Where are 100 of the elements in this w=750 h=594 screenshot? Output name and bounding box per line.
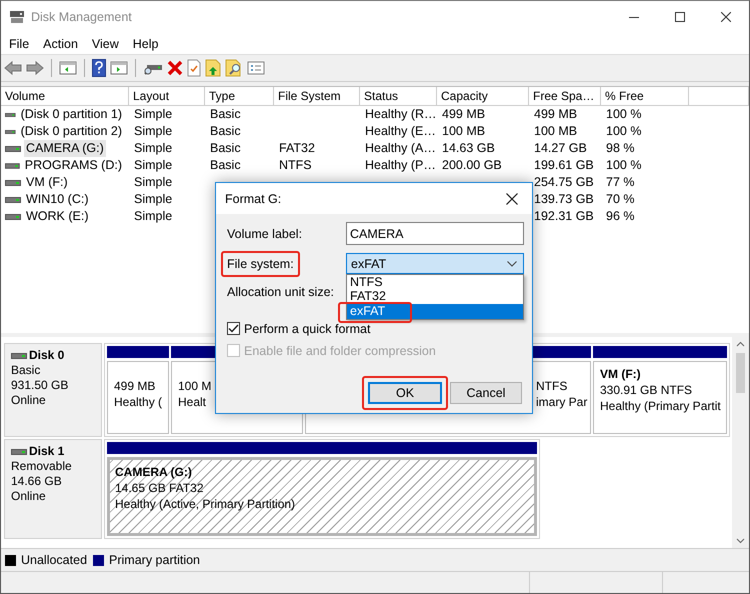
- list-icon[interactable]: [247, 60, 265, 76]
- table-cell-text: 100 %: [605, 157, 642, 174]
- close-icon: [506, 192, 518, 204]
- app-icon: [9, 10, 25, 24]
- help-icon[interactable]: [92, 59, 106, 77]
- partition-name: VM (F:): [600, 366, 641, 382]
- table-cell-text: 77 %: [605, 174, 636, 191]
- table-cell-text: Basic: [209, 106, 242, 123]
- table-cell-text: Basic: [209, 123, 242, 140]
- legend-label: Unallocated: [21, 553, 88, 567]
- volume-name[interactable]: (Disk 0 partition 2): [18, 123, 124, 140]
- folder-up-icon[interactable]: [205, 59, 221, 77]
- volume-name[interactable]: WORK (E:): [24, 208, 90, 225]
- scrollbar[interactable]: [732, 337, 749, 548]
- disk-size: 14.66 GB: [11, 474, 63, 489]
- partition-bar: [107, 346, 169, 358]
- table-cell-text: Simple: [133, 106, 174, 123]
- dialog-button[interactable]: OK: [368, 382, 442, 404]
- table-cell-text: Healthy (A…: [364, 140, 437, 157]
- menu-item[interactable]: Action: [36, 34, 85, 52]
- menu-item[interactable]: File: [2, 34, 36, 52]
- table-cell-text: 100 %: [605, 106, 642, 123]
- table-cell-text: Healthy (E…: [364, 123, 437, 140]
- field-label: Volume label:: [227, 226, 304, 240]
- disk-status: Online: [11, 393, 47, 408]
- partition-size: 14.65 GB FAT32: [115, 480, 204, 496]
- partition-size: 100 M: [178, 378, 212, 394]
- table-cell-text: 200.00 GB: [441, 157, 503, 174]
- volume-name[interactable]: WIN10 (C:): [24, 191, 90, 208]
- table-cell-text: Simple: [133, 174, 174, 191]
- disk-name: Disk 1: [29, 444, 64, 459]
- partition-name: CAMERA (G:): [115, 464, 192, 480]
- dropdown-option[interactable]: FAT32: [350, 289, 386, 303]
- partition-status: Healthy (Primary Partit: [600, 398, 721, 414]
- table-cell-text: 100 MB: [533, 123, 578, 140]
- table-cell-text: 14.27 GB: [533, 140, 588, 157]
- disk-name: Disk 0: [29, 348, 64, 363]
- drive-icon: [5, 178, 21, 186]
- table-cell-text: 139.73 GB: [533, 191, 595, 208]
- file-system-dropdown[interactable]: exFAT: [346, 253, 524, 274]
- table-cell-text: 70 %: [605, 191, 636, 208]
- forward-arrow-icon[interactable]: [26, 60, 44, 76]
- table-cell-text: 499 MB: [441, 106, 486, 123]
- drive-icon: [5, 196, 21, 204]
- table-cell-text: NTFS: [278, 157, 313, 174]
- back-arrow-icon[interactable]: [4, 60, 22, 76]
- field-label: Allocation unit size:: [227, 285, 336, 299]
- volume-name[interactable]: (Disk 0 partition 1): [18, 106, 124, 123]
- table-cell-text: Healthy (P…: [364, 157, 437, 174]
- checklist-icon[interactable]: [187, 59, 201, 77]
- volume-name[interactable]: VM (F:): [24, 174, 70, 191]
- table-cell-text: 98 %: [605, 140, 636, 157]
- disk-type: Basic: [11, 363, 42, 378]
- menu-item[interactable]: View: [84, 34, 126, 52]
- folder-search-icon[interactable]: [225, 59, 243, 77]
- drive-icon: [5, 110, 16, 118]
- partition-status: Healthy (Active, Primary Partition): [115, 496, 296, 512]
- dropdown-option[interactable]: NTFS: [350, 275, 383, 289]
- table-cell-text: 499 MB: [533, 106, 578, 123]
- disk-size: 931.50 GB: [11, 378, 70, 393]
- dialog-button[interactable]: Cancel: [450, 382, 522, 404]
- drive-icon: [5, 144, 21, 152]
- dialog-title: Format G:: [225, 192, 282, 206]
- window-title: Disk Management: [31, 10, 133, 24]
- panel-icon[interactable]: [110, 60, 128, 76]
- volume-name[interactable]: CAMERA (G:): [24, 140, 106, 157]
- table-cell-text: Healthy (R…: [364, 106, 437, 123]
- legend-label: Primary partition: [109, 553, 200, 567]
- scroll-thumb[interactable]: [736, 353, 745, 393]
- partition-status: imary Par: [536, 394, 588, 410]
- table-cell-text: Basic: [209, 157, 242, 174]
- drive-icon: [5, 128, 16, 136]
- delete-icon[interactable]: [167, 60, 183, 76]
- volume-label-field[interactable]: CAMERA: [346, 222, 524, 245]
- dropdown-option[interactable]: exFAT: [350, 304, 386, 318]
- table-cell-text: 192.31 GB: [533, 208, 595, 225]
- partition-size: NTFS: [536, 378, 568, 394]
- drive-icon: [5, 212, 21, 220]
- checkbox[interactable]: Perform a quick format: [227, 320, 524, 337]
- table-cell-text: 199.61 GB: [533, 157, 595, 174]
- panel-icon[interactable]: [59, 60, 77, 76]
- volume-name[interactable]: PROGRAMS (D:): [22, 157, 124, 174]
- maximize-icon: [675, 12, 685, 22]
- partition-size: 330.91 GB NTFS: [600, 382, 692, 398]
- disk-status: Online: [11, 489, 47, 504]
- table-cell-text: 254.75 GB: [533, 174, 595, 191]
- close-icon: [721, 12, 731, 22]
- table-cell-text: Simple: [133, 123, 174, 140]
- menu-item[interactable]: Help: [126, 34, 166, 52]
- table-cell-text: Simple: [133, 208, 174, 225]
- table-cell-text: FAT32: [278, 140, 316, 157]
- partition-size: 499 MB: [114, 378, 156, 394]
- partition-status: Healthy (: [114, 394, 162, 410]
- disk-type: Removable: [11, 459, 73, 474]
- table-cell-text: Simple: [133, 157, 174, 174]
- checkmark-icon: [228, 324, 239, 333]
- table-cell-text: 100 %: [605, 123, 642, 140]
- table-cell-text: Basic: [209, 140, 242, 157]
- checkbox: Enable file and folder compression: [227, 342, 524, 359]
- table-cell-text: 96 %: [605, 208, 636, 225]
